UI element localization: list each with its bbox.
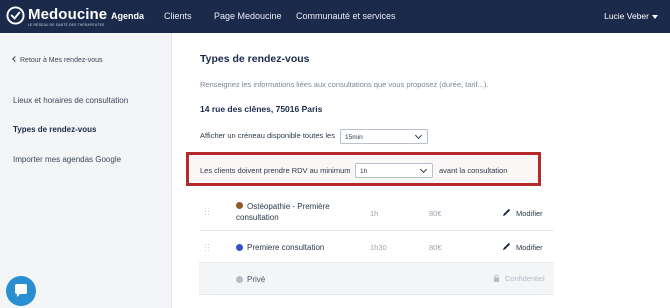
- medoucine-logo[interactable]: Medoucine LE RÉSEAU DE SANTÉ DES THÉRAPE…: [6, 5, 107, 29]
- page-title: Types de rendez-vous: [200, 53, 310, 65]
- settings-sidebar: Retour à Mes rendez-vous Lieux et horair…: [0, 33, 172, 308]
- pencil-icon: [502, 242, 511, 251]
- brand-name: Medoucine: [28, 6, 108, 23]
- main-content: Types de rendez-vous Renseignez les info…: [172, 33, 670, 308]
- user-menu[interactable]: Lucie Veber: [604, 11, 658, 21]
- brand-tagline: LE RÉSEAU DE SANTÉ DES THÉRAPEUTES: [28, 23, 105, 27]
- table-row: Privé Confidentiel: [199, 263, 554, 295]
- min-booking-select[interactable]: 1h: [355, 163, 433, 178]
- drag-handle-icon[interactable]: [205, 244, 209, 252]
- lock-icon: [493, 274, 500, 282]
- slot-interval-value: 15min: [345, 134, 363, 141]
- min-booking-value: 1h: [360, 168, 368, 175]
- appointment-name: Premiere consultation: [247, 242, 324, 253]
- table-row[interactable]: Premiere consultation 1h30 80€ Modifier: [199, 231, 554, 263]
- chevron-down-icon: [414, 131, 423, 140]
- appointment-price: 80€: [429, 209, 442, 218]
- sidebar-item-locations-hours[interactable]: Lieux et horaires de consultation: [13, 96, 128, 105]
- edit-button-label: Modifier: [516, 209, 543, 218]
- top-navbar: Medoucine LE RÉSEAU DE SANTÉ DES THÉRAPE…: [0, 0, 670, 33]
- nav-communaute-services[interactable]: Communauté et services: [296, 11, 396, 21]
- slot-interval-label: Afficher un créneau disponible toutes le…: [200, 131, 335, 140]
- sidebar-item-appointment-types[interactable]: Types de rendez-vous: [13, 125, 96, 134]
- appointment-name-line2: consultation: [236, 213, 279, 222]
- appointment-name: Ostéopathie - Première consultation: [236, 201, 330, 223]
- min-booking-label: Les clients doivent prendre RDV au minim…: [200, 166, 351, 175]
- drag-handle-icon[interactable]: [205, 208, 209, 216]
- edit-button-label: Modifier: [516, 243, 543, 252]
- edit-button[interactable]: Modifier: [502, 242, 543, 252]
- appointment-name-line1: Ostéopathie - Première: [247, 202, 330, 211]
- chat-icon: [15, 284, 27, 297]
- slot-interval-select[interactable]: 15min: [340, 129, 428, 144]
- min-booking-suffix: avant la consultation: [439, 166, 508, 175]
- nav-page-medoucine[interactable]: Page Medoucine: [214, 11, 282, 21]
- table-row[interactable]: Ostéopathie - Première consultation 1h 8…: [199, 193, 554, 231]
- chevron-down-icon: [652, 14, 658, 19]
- color-dot-icon: [236, 244, 243, 251]
- page-description: Renseignez les informations liées aux co…: [200, 80, 489, 89]
- practice-address: 14 rue des clênes, 75016 Paris: [200, 104, 323, 114]
- edit-button[interactable]: Modifier: [502, 208, 543, 218]
- chat-button[interactable]: [6, 276, 36, 306]
- private-badge: Confidentiel: [493, 274, 545, 283]
- appointment-duration: 1h30: [370, 243, 387, 252]
- private-badge-label: Confidentiel: [505, 274, 545, 283]
- chevron-down-icon: [419, 165, 428, 174]
- sidebar-item-import-google[interactable]: Importer mes agendas Google: [13, 155, 121, 164]
- appointment-price: 80€: [429, 243, 442, 252]
- nav-clients[interactable]: Clients: [164, 11, 192, 21]
- back-to-appointments-link[interactable]: Retour à Mes rendez-vous: [12, 56, 103, 64]
- appointment-name-line1: Premiere consultation: [247, 243, 325, 252]
- chevron-left-icon: [12, 56, 18, 62]
- appointment-duration: 1h: [370, 209, 379, 218]
- color-dot-icon: [236, 276, 243, 283]
- medoucine-logo-icon: [6, 6, 25, 25]
- user-name: Lucie Veber: [604, 11, 649, 21]
- pencil-icon: [502, 208, 511, 217]
- back-link-label: Retour à Mes rendez-vous: [20, 57, 103, 64]
- nav-agenda[interactable]: Agenda: [111, 11, 144, 21]
- appointment-name: Privé: [247, 274, 265, 285]
- appointment-name-line1: Privé: [247, 275, 266, 284]
- color-dot-icon: [236, 202, 243, 209]
